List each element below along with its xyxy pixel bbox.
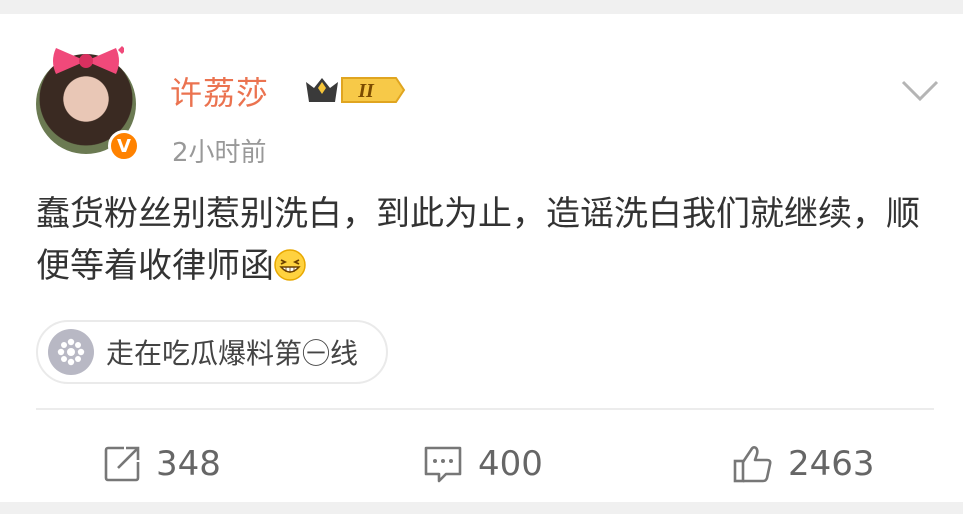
crown-rank-badge-icon[interactable]: II — [302, 72, 406, 108]
comment-count: 400 — [478, 444, 543, 484]
topic-icon — [48, 329, 94, 375]
chevron-down-icon[interactable] — [900, 78, 940, 104]
post-text: 蠢货粉丝别惹别洗白，到此为止，造谣洗白我们就继续，顺便等着收律师函 — [36, 194, 920, 286]
avatar[interactable]: V — [36, 44, 140, 162]
like-button[interactable]: 2463 — [732, 434, 875, 494]
topic-label: 走在吃瓜爆料第㊀线 — [106, 337, 359, 370]
post-timestamp: 2小时前 — [172, 138, 267, 168]
grinning-emoji-icon — [274, 249, 306, 281]
topic-tag[interactable]: 走在吃瓜爆料第㊀线 — [36, 320, 389, 384]
post-body: 蠢货粉丝别惹别洗白，到此为止，造谣洗白我们就继续，顺便等着收律师函 — [36, 188, 926, 292]
comment-button[interactable]: 400 — [422, 434, 543, 494]
verified-badge: V — [108, 130, 140, 162]
repost-button[interactable]: 348 — [102, 434, 221, 494]
comment-icon — [424, 446, 462, 483]
bow-decoration-icon — [53, 46, 124, 74]
share-icon — [104, 446, 140, 482]
action-bar: 348 400 2463 — [0, 434, 963, 494]
author-name[interactable]: 许荔莎 — [170, 68, 269, 114]
weibo-post-card: V 许荔莎 II 2小时前 蠢货粉丝别惹别洗白，到此为止，造谣洗白我们就继续，顺… — [0, 14, 963, 502]
thumbs-up-icon — [733, 446, 772, 483]
repost-count: 348 — [156, 444, 221, 484]
divider — [36, 408, 934, 410]
like-count: 2463 — [788, 444, 875, 484]
rank-badge-text: II — [357, 80, 375, 102]
